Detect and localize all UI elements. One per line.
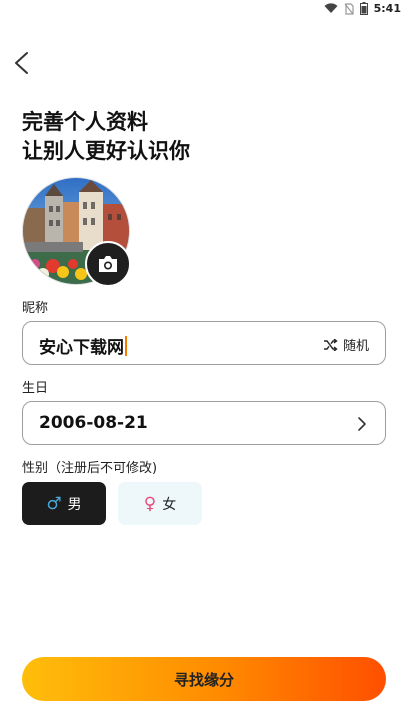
find-match-label: 寻找缘分 (173, 670, 234, 689)
nickname-text: 安心下载网 (39, 338, 124, 358)
change-avatar-button[interactable] (85, 241, 131, 287)
status-bar: 5:41 (0, 0, 409, 18)
random-nickname-button[interactable]: 随机 (323, 335, 369, 354)
back-arrow-icon (15, 52, 28, 74)
nickname-label: 昵称 (22, 301, 49, 316)
female-symbol-icon: ♀ (143, 493, 157, 514)
status-icons: 5:41 (324, 2, 401, 15)
title-line-1: 完善个人资料 (22, 110, 148, 134)
status-time: 5:41 (373, 2, 401, 15)
nickname-value: 安心下载网 (39, 333, 127, 358)
battery-icon (359, 2, 368, 15)
title-line-2: 让别人更好认识你 (22, 139, 190, 163)
text-caret (125, 336, 127, 356)
birthday-value: 2006-08-21 (39, 413, 148, 433)
no-sim-icon (344, 2, 354, 15)
gender-female-label: 女 (162, 496, 177, 513)
find-match-button[interactable]: 寻找缘分 (22, 657, 386, 701)
avatar-section (22, 177, 132, 287)
gender-female-button[interactable]: ♀ 女 (118, 482, 202, 525)
gender-male-label: 男 (67, 496, 82, 513)
birthday-field[interactable]: 2006-08-21 (22, 401, 386, 445)
back-button[interactable] (10, 50, 34, 76)
male-symbol-icon: ♂ (46, 493, 62, 514)
nickname-field[interactable]: 安心下载网 随机 (22, 321, 386, 365)
page-title: 完善个人资料 让别人更好认识你 (22, 108, 190, 166)
gender-label: 性别（注册后不可修改) (22, 461, 158, 476)
random-label: 随机 (342, 339, 369, 354)
shuffle-icon (323, 338, 338, 351)
wifi-icon (324, 3, 338, 13)
chevron-right-icon (358, 417, 366, 431)
gender-male-button[interactable]: ♂ 男 (22, 482, 106, 525)
camera-icon (99, 256, 117, 272)
birthday-label: 生日 (22, 381, 49, 396)
